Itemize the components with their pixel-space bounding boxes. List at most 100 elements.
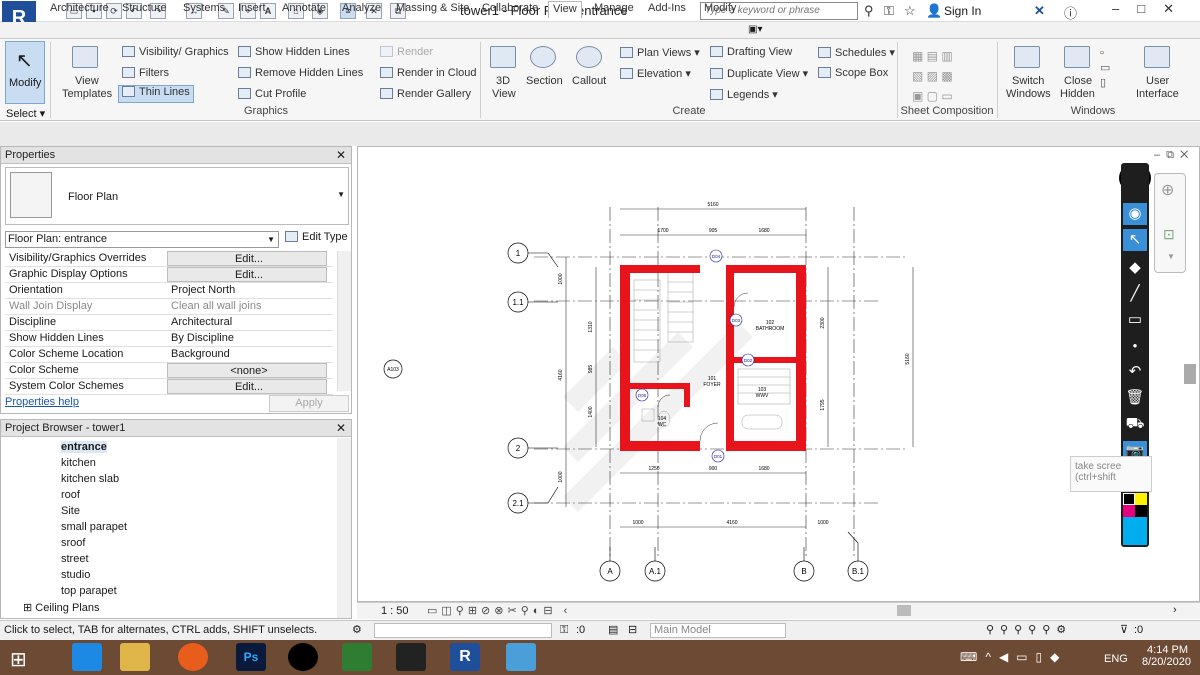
color-swatch-cyan[interactable]: [1123, 517, 1147, 545]
tab-modify[interactable]: Modify: [700, 1, 740, 15]
drafting-view-button[interactable]: Drafting View: [710, 46, 792, 58]
section-label[interactable]: Section: [526, 75, 563, 87]
select-dropdown[interactable]: Select ▾: [6, 107, 45, 120]
color-scheme-button[interactable]: <none>: [167, 363, 327, 378]
browser-item-site[interactable]: Site: [61, 505, 80, 517]
scope-box-button[interactable]: Scope Box: [818, 67, 888, 79]
tab-collaborate[interactable]: Collaborate: [478, 1, 542, 15]
pen-icon[interactable]: ╱: [1123, 283, 1147, 305]
color-swatch-yellow[interactable]: [1135, 493, 1147, 505]
color-swatch-black[interactable]: [1123, 493, 1135, 505]
thin-lines-button[interactable]: Thin Lines: [118, 85, 194, 103]
orientation-value[interactable]: Project North: [167, 283, 327, 298]
browser-item-small-parapet[interactable]: small parapet: [61, 521, 127, 533]
view-control-icons[interactable]: ▭◫⚲⊞⊘⊗✂⚲◐⊟ ‹: [427, 604, 571, 617]
browser-item-top-parapet[interactable]: top parapet: [61, 585, 117, 597]
color-swatch-dark[interactable]: [1135, 505, 1147, 517]
tab-view[interactable]: View: [548, 1, 582, 18]
trash-icon[interactable]: 🗑: [1123, 387, 1147, 409]
switch-windows-icon[interactable]: [1014, 46, 1040, 68]
cut-profile-button[interactable]: Cut Profile: [238, 88, 306, 100]
design-option-dropdown[interactable]: Main Model: [650, 623, 786, 638]
chevron-down-icon[interactable]: ▼: [337, 190, 345, 199]
clock[interactable]: 4:14 PM 8/20/2020: [1142, 644, 1191, 668]
browser-item-ceiling-plans[interactable]: ⊞ Ceiling Plans: [23, 601, 99, 614]
tab-structure[interactable]: Structure: [118, 1, 171, 15]
type-selector[interactable]: Floor Plan ▼: [5, 167, 349, 225]
callout-icon[interactable]: [576, 46, 602, 68]
firefox-icon[interactable]: [178, 643, 208, 671]
horizontal-scroll-thumb[interactable]: [897, 605, 911, 616]
tab-manage[interactable]: Manage: [590, 1, 638, 15]
interface-label[interactable]: Interface: [1136, 88, 1179, 100]
discipline-value[interactable]: Architectural: [167, 315, 327, 330]
tab-architecture[interactable]: Architecture: [46, 1, 113, 15]
tab-analyze[interactable]: Analyze: [338, 1, 385, 15]
favorites-icon[interactable]: ☆: [904, 3, 916, 19]
render-gallery-button[interactable]: Render Gallery: [380, 88, 471, 100]
user-label[interactable]: User: [1146, 75, 1169, 87]
editable-only-icon[interactable]: ⚿: [560, 621, 568, 640]
tab-massing-site[interactable]: Massing & Site: [392, 1, 473, 15]
sign-in-button[interactable]: Sign In: [944, 4, 981, 18]
dot-icon[interactable]: ●: [1123, 335, 1147, 357]
view-navigation-widget[interactable]: ⊕ ⊡ ▼: [1154, 173, 1186, 273]
browser-scrollbar[interactable]: [337, 438, 351, 618]
render-in-cloud-button[interactable]: Render in Cloud: [380, 67, 477, 79]
revit-taskbar-icon[interactable]: R: [450, 643, 480, 671]
worksets-icon[interactable]: ⚙: [352, 621, 362, 640]
schedules-button[interactable]: Schedules ▾: [818, 46, 895, 59]
view-scale[interactable]: 1 : 50: [381, 605, 409, 617]
exchange-icon[interactable]: ✕: [1034, 3, 1045, 19]
color-swatch-magenta[interactable]: [1123, 505, 1135, 517]
instance-selector[interactable]: Floor Plan: entrance ▼: [5, 231, 279, 248]
legends-button[interactable]: Legends ▾: [710, 88, 778, 101]
browser-item-street[interactable]: street: [61, 553, 89, 565]
screen-tool-icon[interactable]: [342, 643, 372, 671]
close-icon[interactable]: ✕: [336, 148, 346, 162]
help-icon[interactable]: ⓘ: [1064, 3, 1077, 22]
view-label[interactable]: View: [492, 88, 516, 100]
modify-button[interactable]: ↖ Modify: [5, 41, 45, 104]
chevron-down-icon[interactable]: ▼: [1167, 252, 1175, 261]
switch-label[interactable]: Switch: [1012, 75, 1044, 87]
browser-item-roof[interactable]: roof: [61, 489, 80, 501]
undo-icon[interactable]: ↶: [1123, 361, 1147, 383]
eraser-icon[interactable]: ▭: [1123, 309, 1147, 331]
color-scheme-location-value[interactable]: Background: [167, 347, 327, 362]
app-icon[interactable]: [506, 643, 536, 671]
graphic-display-edit-button[interactable]: Edit...: [167, 267, 327, 282]
zoom-2d-icon[interactable]: ⊕: [1161, 180, 1174, 200]
plan-views-button[interactable]: Plan Views ▾: [620, 46, 700, 59]
elevation-button[interactable]: Elevation ▾: [620, 67, 691, 80]
view-templates-label-2[interactable]: Templates: [62, 88, 112, 100]
photoshop-icon[interactable]: Ps: [236, 643, 266, 671]
window-controls[interactable]: –□✕: [1112, 1, 1192, 17]
filters-button[interactable]: Filters: [122, 67, 169, 79]
cart-icon[interactable]: ⛟: [1123, 413, 1147, 435]
tab-systems[interactable]: Systems: [179, 1, 229, 15]
window-arrange-icons[interactable]: ▫ ▭ ▯: [1100, 46, 1110, 91]
system-color-edit-button[interactable]: Edit...: [167, 379, 327, 394]
eye-icon[interactable]: ◉: [1123, 203, 1147, 225]
close-hidden-icon[interactable]: [1064, 46, 1090, 68]
show-hidden-lines-button[interactable]: Show Hidden Lines: [238, 46, 350, 58]
file-explorer-icon[interactable]: [120, 643, 150, 671]
properties-help-link[interactable]: Properties help: [5, 396, 79, 408]
user-icon[interactable]: 👤: [926, 3, 942, 19]
hidden-label[interactable]: Hidden: [1060, 88, 1095, 100]
3d-view-icon[interactable]: [490, 46, 516, 68]
show-hidden-value[interactable]: By Discipline: [167, 331, 327, 346]
binoculars-icon[interactable]: ⚲: [864, 3, 874, 19]
tab-annotate[interactable]: Annotate: [278, 1, 330, 15]
tab-add-ins[interactable]: Add-Ins: [644, 1, 690, 15]
browser-item-kitchen-slab[interactable]: kitchen slab: [61, 473, 119, 485]
edge-icon[interactable]: [72, 643, 102, 671]
zoom-region-icon[interactable]: ⊡: [1163, 226, 1175, 243]
close-icon[interactable]: ✕: [336, 421, 346, 435]
subscription-icon[interactable]: ⚿: [884, 3, 894, 19]
apply-button[interactable]: Apply: [269, 395, 349, 412]
vg-overrides-edit-button[interactable]: Edit...: [167, 251, 327, 266]
tab-insert[interactable]: Insert: [234, 1, 270, 15]
properties-scrollbar[interactable]: [337, 251, 351, 391]
